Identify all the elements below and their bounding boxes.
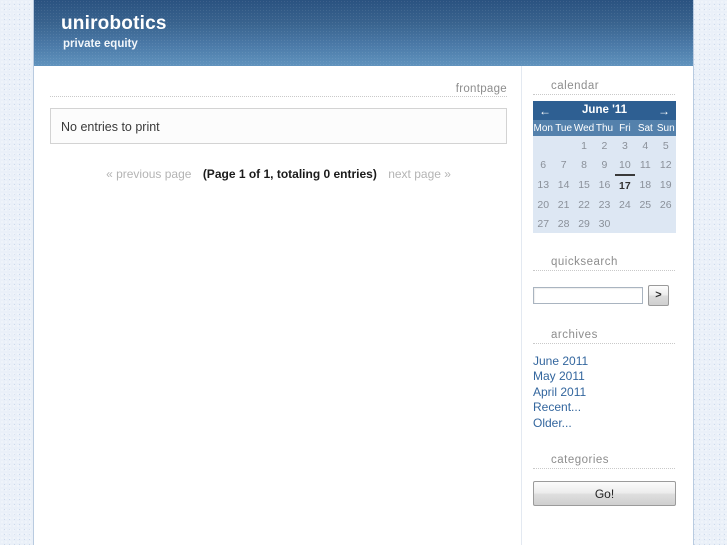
plugin-categories: categories Go! bbox=[533, 454, 676, 507]
calendar-day-7[interactable]: 7 bbox=[553, 155, 574, 175]
calendar-week-row: 6 7 8 9 10 11 12 bbox=[533, 155, 676, 175]
calendar-weekday-sun: Sun bbox=[655, 120, 676, 136]
calendar-day-16[interactable]: 16 bbox=[594, 175, 615, 195]
calendar-caption: ← June '11 → bbox=[533, 101, 676, 120]
page-container: unirobotics private equity frontpage No … bbox=[33, 0, 694, 545]
banner-text-group: unirobotics private equity bbox=[61, 13, 167, 51]
calendar-day-22[interactable]: 22 bbox=[573, 195, 595, 214]
calendar-day-27[interactable]: 27 bbox=[533, 214, 554, 233]
calendar-day-26[interactable]: 26 bbox=[655, 195, 676, 214]
section-label-row: frontpage bbox=[50, 80, 507, 97]
pagination: « previous page (Page 1 of 1, totaling 0… bbox=[50, 167, 507, 181]
calendar-day-24[interactable]: 24 bbox=[614, 195, 636, 214]
next-page-link[interactable]: next page » bbox=[388, 167, 451, 181]
calendar-day-12[interactable]: 12 bbox=[655, 155, 676, 175]
calendar-day-3[interactable]: 3 bbox=[614, 136, 636, 155]
archive-link[interactable]: Recent... bbox=[533, 400, 675, 415]
calendar-day-2[interactable]: 2 bbox=[594, 136, 615, 155]
calendar-week-row: 27 28 29 30 bbox=[533, 214, 676, 233]
previous-page-link[interactable]: « previous page bbox=[106, 167, 191, 181]
main-content: frontpage No entries to print « previous… bbox=[34, 66, 522, 545]
calendar-month-label: June '11 bbox=[582, 104, 627, 116]
calendar-weekday-mon: Mon bbox=[533, 120, 554, 136]
plugin-calendar-body: ← June '11 → Mon Tue Wed Thu Fri Sat Sun 12345… bbox=[533, 95, 676, 233]
plugin-categories-body: Go! bbox=[533, 469, 676, 507]
archive-link[interactable]: June 2011 bbox=[533, 354, 675, 369]
calendar-week-row: 13 14 15 16 17 18 19 bbox=[533, 174, 676, 195]
plugin-archives-title: archives bbox=[533, 329, 675, 344]
calendar-weekday-wed: Wed bbox=[573, 120, 595, 136]
plugin-quicksearch: quicksearch > bbox=[533, 256, 675, 306]
search-input[interactable] bbox=[533, 287, 643, 304]
calendar-day-9[interactable]: 9 bbox=[594, 155, 615, 175]
categories-go-button[interactable]: Go! bbox=[533, 481, 676, 507]
calendar-day-empty bbox=[655, 214, 676, 233]
calendar-day-grid: 1 2 3 4 5 6 7 8 9 10 11 12 13 14 15 16 17 18 19 20 21 22 23 24 2… bbox=[533, 136, 676, 233]
calendar-day-18[interactable]: 18 bbox=[635, 175, 656, 195]
list-item: Recent... bbox=[533, 400, 675, 415]
calendar-prev-month-icon[interactable]: ← bbox=[539, 105, 551, 117]
site-title: unirobotics bbox=[61, 13, 167, 34]
calendar-day-empty bbox=[635, 214, 656, 233]
calendar-table: ← June '11 → Mon Tue Wed Thu Fri Sat Sun 12345… bbox=[533, 101, 676, 233]
plugin-quicksearch-body: > bbox=[533, 271, 675, 306]
calendar-day-20[interactable]: 20 bbox=[533, 195, 554, 214]
quicksearch-form: > bbox=[533, 277, 675, 306]
plugin-quicksearch-title: quicksearch bbox=[533, 256, 675, 271]
calendar-day-6[interactable]: 6 bbox=[533, 155, 554, 175]
search-submit-button[interactable]: > bbox=[648, 285, 669, 306]
page-title: frontpage bbox=[455, 83, 507, 95]
calendar-week-row: 20 21 22 23 24 25 26 bbox=[533, 195, 676, 214]
archive-link[interactable]: May 2011 bbox=[533, 369, 675, 384]
calendar-day-5[interactable]: 5 bbox=[655, 136, 676, 155]
calendar-weekday-row: Mon Tue Wed Thu Fri Sat Sun bbox=[533, 120, 676, 136]
calendar-day-29[interactable]: 29 bbox=[573, 214, 595, 233]
plugin-archives-body: June 2011 May 2011 April 2011 Recent... Olde… bbox=[533, 344, 675, 431]
archive-link-list: June 2011 May 2011 April 2011 Recent... Olde… bbox=[533, 350, 675, 431]
calendar-day-28[interactable]: 28 bbox=[553, 214, 574, 233]
calendar-next-month-icon[interactable]: → bbox=[658, 105, 670, 117]
plugin-archives: archives June 2011 May 2011 April 2011 Rece… bbox=[533, 329, 675, 431]
calendar-day-8[interactable]: 8 bbox=[573, 155, 595, 175]
list-item: June 2011 bbox=[533, 354, 675, 369]
calendar-day-15[interactable]: 15 bbox=[573, 175, 595, 195]
calendar-weekday-thu: Thu bbox=[594, 120, 615, 136]
list-item: April 2011 bbox=[533, 385, 675, 400]
calendar-weekday-tue: Tue bbox=[553, 120, 574, 136]
plugin-calendar-title: calendar bbox=[533, 80, 675, 95]
calendar-day-19[interactable]: 19 bbox=[655, 175, 676, 195]
calendar-day-empty bbox=[553, 136, 574, 155]
sidebar: calendar ← June '11 → Mon Tue Wed Thu Fri Sat… bbox=[523, 66, 693, 545]
plugin-calendar: calendar ← June '11 → Mon Tue Wed Thu Fri Sat… bbox=[533, 80, 676, 233]
body-split: frontpage No entries to print « previous… bbox=[34, 66, 693, 545]
calendar-day-30[interactable]: 30 bbox=[594, 214, 615, 233]
calendar-day-11[interactable]: 11 bbox=[635, 155, 656, 175]
list-item: Older... bbox=[533, 416, 675, 431]
site-subtitle: private equity bbox=[63, 38, 138, 50]
calendar-day-21[interactable]: 21 bbox=[553, 195, 574, 214]
calendar-day-14[interactable]: 14 bbox=[553, 175, 574, 195]
calendar-day-10[interactable]: 10 bbox=[614, 155, 636, 175]
entry-list-empty-message: No entries to print bbox=[50, 108, 507, 144]
calendar-day-1[interactable]: 1 bbox=[573, 136, 595, 155]
plugin-categories-title: categories bbox=[533, 454, 675, 470]
calendar-day-empty bbox=[614, 214, 636, 233]
calendar-day-17[interactable]: 17 bbox=[614, 174, 636, 195]
calendar-day-4[interactable]: 4 bbox=[635, 136, 656, 155]
archive-link[interactable]: Older... bbox=[533, 416, 675, 431]
calendar-day-23[interactable]: 23 bbox=[594, 195, 615, 214]
calendar-week-row: 12345 bbox=[533, 136, 676, 155]
calendar-day-13[interactable]: 13 bbox=[533, 175, 554, 195]
list-item: May 2011 bbox=[533, 369, 675, 384]
calendar-day-25[interactable]: 25 bbox=[635, 195, 656, 214]
calendar-weekday-sat: Sat bbox=[635, 120, 656, 136]
calendar-day-empty bbox=[533, 136, 554, 155]
calendar-weekday-fri: Fri bbox=[614, 120, 636, 136]
calendar-weekday-header: Mon Tue Wed Thu Fri Sat Sun bbox=[533, 120, 676, 136]
site-banner: unirobotics private equity bbox=[34, 0, 693, 66]
archive-link[interactable]: April 2011 bbox=[533, 385, 675, 400]
pagination-status: (Page 1 of 1, totaling 0 entries) bbox=[202, 167, 377, 181]
